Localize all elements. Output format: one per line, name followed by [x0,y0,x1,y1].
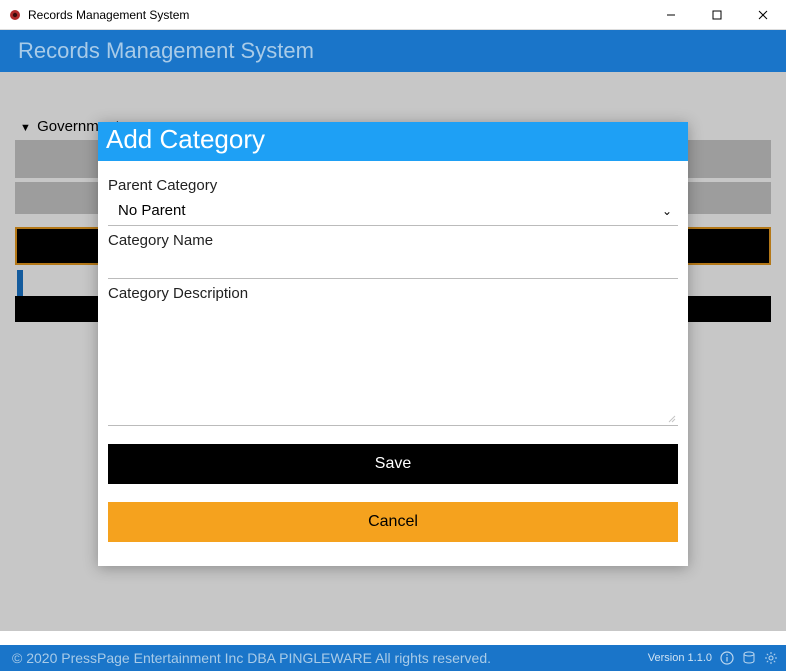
maximize-button[interactable] [694,0,740,30]
close-button[interactable] [740,0,786,30]
chevron-down-icon: ⌄ [662,204,672,218]
window-controls [648,0,786,30]
info-icon[interactable] [720,651,734,665]
app-header: Records Management System [0,30,786,72]
app-icon [8,8,22,22]
app-title: Records Management System [18,38,314,64]
modal-title: Add Category [98,122,688,161]
window-title: Records Management System [28,8,189,22]
main-content: ▼ Government Add Category Parent Categor… [0,72,786,631]
footer-version: Version 1.1.0 [648,652,712,664]
add-category-modal: Add Category Parent Category No Parent ⌄… [98,122,688,566]
parent-category-select[interactable]: No Parent ⌄ [108,198,678,226]
parent-category-label: Parent Category [108,177,678,194]
save-button[interactable]: Save [108,444,678,484]
category-name-label: Category Name [108,232,678,249]
minimize-button[interactable] [648,0,694,30]
category-description-label: Category Description [108,285,678,302]
category-description-input[interactable] [108,306,678,426]
resize-handle-icon [666,413,676,423]
window-titlebar: Records Management System [0,0,786,30]
cancel-button[interactable]: Cancel [108,502,678,542]
status-bar: © 2020 PressPage Entertainment Inc DBA P… [0,645,786,671]
gear-icon[interactable] [764,651,778,665]
category-name-input[interactable] [108,253,678,279]
parent-category-value: No Parent [118,202,186,219]
footer-copyright: © 2020 PressPage Entertainment Inc DBA P… [12,650,491,666]
database-icon[interactable] [742,651,756,665]
